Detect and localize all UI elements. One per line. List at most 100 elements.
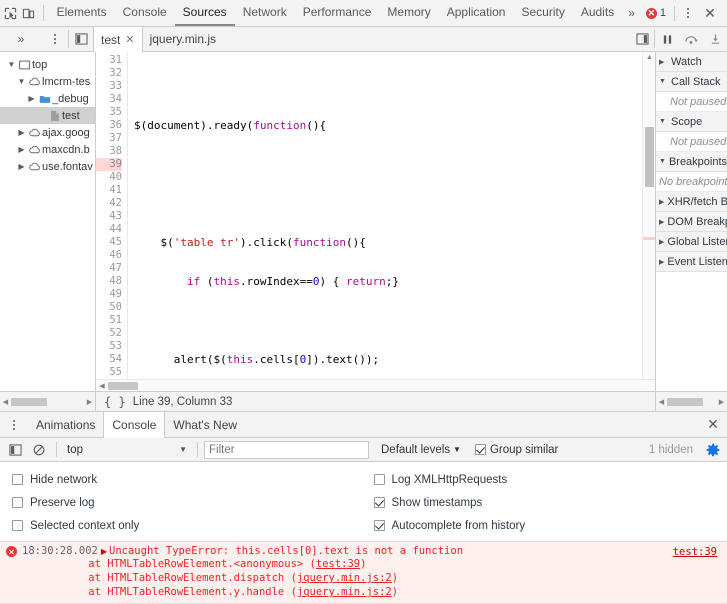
line-number[interactable]: 35: [96, 106, 122, 119]
pause-script-icon[interactable]: [655, 27, 679, 51]
scrollbar-thumb[interactable]: [108, 381, 138, 390]
line-number[interactable]: 40: [96, 171, 122, 184]
step-into-icon[interactable]: [703, 27, 727, 51]
pretty-print-icon[interactable]: { }: [104, 395, 126, 409]
drawer-more-options-icon[interactable]: [0, 412, 28, 437]
tab-security[interactable]: Security: [513, 0, 572, 26]
more-panels-icon[interactable]: »: [622, 6, 641, 20]
tab-audits[interactable]: Audits: [573, 0, 622, 26]
sidebar-horizontal-scrollbar[interactable]: ◀ ▶: [655, 392, 727, 411]
line-number[interactable]: 50: [96, 301, 122, 314]
twisty-icon[interactable]: ▶: [16, 162, 27, 171]
tree-item-ajax-google[interactable]: ▶ ajax.goog: [0, 124, 95, 141]
inspect-element-icon[interactable]: [2, 1, 20, 25]
tab-sources[interactable]: Sources: [174, 0, 235, 26]
line-number[interactable]: 45: [96, 236, 122, 249]
setting-show-timestamps[interactable]: Show timestamps: [373, 491, 727, 514]
twisty-icon[interactable]: ▼: [16, 77, 27, 86]
tab-performance[interactable]: Performance: [295, 0, 380, 26]
stack-frame-link[interactable]: jquery.min.js:2: [297, 572, 392, 584]
console-error-message[interactable]: 18:30:28.002 ▶ Uncaught TypeError: this.…: [0, 542, 727, 604]
line-number[interactable]: 38: [96, 145, 122, 158]
console-filter-input[interactable]: [204, 440, 369, 459]
stack-frame-link[interactable]: test:39: [316, 558, 360, 570]
twisty-icon[interactable]: ▶: [16, 128, 27, 137]
line-number[interactable]: 36: [96, 119, 122, 132]
navigator-horizontal-scrollbar[interactable]: ◀ ▶: [0, 392, 96, 411]
line-number[interactable]: 32: [96, 67, 122, 80]
section-call-stack[interactable]: ▼ Call Stack: [656, 72, 727, 92]
close-drawer-icon[interactable]: ✕: [699, 412, 727, 437]
line-number[interactable]: 44: [96, 223, 122, 236]
tree-item-top[interactable]: ▼ top: [0, 56, 95, 73]
twisty-icon[interactable]: ▶: [26, 94, 37, 103]
line-number[interactable]: 37: [96, 132, 122, 145]
expand-arrow-icon[interactable]: ▶: [101, 547, 107, 556]
preserve-log-checkbox[interactable]: [12, 497, 23, 508]
console-sidebar-icon[interactable]: [4, 440, 26, 460]
line-number[interactable]: 49: [96, 288, 122, 301]
line-number[interactable]: 33: [96, 80, 122, 93]
tree-item-maxcdn[interactable]: ▶ maxcdn.b: [0, 141, 95, 158]
selected-context-only-checkbox[interactable]: [12, 520, 23, 531]
setting-autocomplete-history[interactable]: Autocomplete from history: [373, 514, 727, 537]
clear-console-icon[interactable]: [28, 440, 50, 460]
line-number[interactable]: 42: [96, 197, 122, 210]
file-tab-jquery[interactable]: jquery.min.js: [143, 27, 224, 51]
close-devtools-icon[interactable]: ✕: [698, 2, 722, 24]
autocomplete-from-history-checkbox[interactable]: [373, 520, 385, 531]
hide-network-checkbox[interactable]: [12, 474, 23, 485]
section-event-listeners[interactable]: ▶ Event Listene: [656, 252, 727, 272]
toggle-debugger-sidebar-icon[interactable]: [630, 27, 654, 51]
log-xmlhttprequests-checkbox[interactable]: [373, 474, 385, 485]
scroll-right-icon[interactable]: ▶: [84, 398, 95, 406]
line-number[interactable]: 46: [96, 249, 122, 262]
section-xhr-breakpoints[interactable]: ▶ XHR/fetch B: [656, 192, 727, 212]
twisty-icon[interactable]: ▼: [6, 60, 17, 69]
tree-item-test[interactable]: test: [0, 107, 95, 124]
setting-log-xhr[interactable]: Log XMLHttpRequests: [373, 468, 727, 491]
twisty-icon[interactable]: ▶: [16, 145, 27, 154]
line-number[interactable]: 54: [96, 353, 122, 366]
line-number[interactable]: 48: [96, 275, 122, 288]
scroll-right-icon[interactable]: ▶: [716, 398, 727, 406]
editor-vertical-scrollbar[interactable]: ▲: [642, 52, 655, 379]
tab-elements[interactable]: Elements: [49, 0, 115, 26]
device-toolbar-icon[interactable]: [20, 1, 38, 25]
console-settings-gear-icon[interactable]: [703, 440, 723, 460]
tree-item-lmcrm[interactable]: ▼ lmcrm-tes: [0, 73, 95, 90]
scroll-left-icon[interactable]: ◀: [0, 398, 11, 406]
drawer-tab-whats-new[interactable]: What's New: [165, 412, 245, 437]
scrollbar-thumb[interactable]: [645, 127, 654, 187]
line-number[interactable]: 53: [96, 340, 122, 353]
scrollbar-thumb[interactable]: [667, 397, 703, 406]
tree-item-debug[interactable]: ▶ _debug: [0, 90, 95, 107]
error-source-link[interactable]: test:39: [673, 546, 717, 558]
line-number[interactable]: 34: [96, 93, 122, 106]
setting-hide-network[interactable]: Hide network: [12, 468, 364, 491]
line-number[interactable]: 41: [96, 184, 122, 197]
line-number[interactable]: 43: [96, 210, 122, 223]
scroll-up-icon[interactable]: ▲: [643, 54, 655, 61]
line-number[interactable]: 55: [96, 366, 122, 379]
tab-network[interactable]: Network: [235, 0, 295, 26]
line-number-error[interactable]: 39: [96, 158, 122, 171]
tab-console[interactable]: Console: [115, 0, 175, 26]
line-number[interactable]: 31: [96, 54, 122, 67]
editor-horizontal-scrollbar[interactable]: ◀: [96, 379, 655, 391]
drawer-tab-animations[interactable]: Animations: [28, 412, 103, 437]
step-over-icon[interactable]: [679, 27, 703, 51]
tab-memory[interactable]: Memory: [379, 0, 438, 26]
execution-context-select[interactable]: top ▼: [63, 440, 191, 459]
toggle-navigator-icon[interactable]: [69, 27, 93, 51]
setting-preserve-log[interactable]: Preserve log: [12, 491, 364, 514]
line-number[interactable]: 51: [96, 314, 122, 327]
tab-application[interactable]: Application: [439, 0, 514, 26]
line-number[interactable]: 52: [96, 327, 122, 340]
group-similar-checkbox[interactable]: [474, 444, 486, 455]
log-levels-dropdown[interactable]: Default levels ▼: [381, 444, 461, 456]
file-tab-test[interactable]: test ✕: [93, 27, 143, 52]
section-watch[interactable]: ▶ Watch: [656, 52, 727, 72]
sources-more-options-icon[interactable]: [42, 27, 68, 51]
scroll-left-icon[interactable]: ◀: [96, 382, 108, 390]
